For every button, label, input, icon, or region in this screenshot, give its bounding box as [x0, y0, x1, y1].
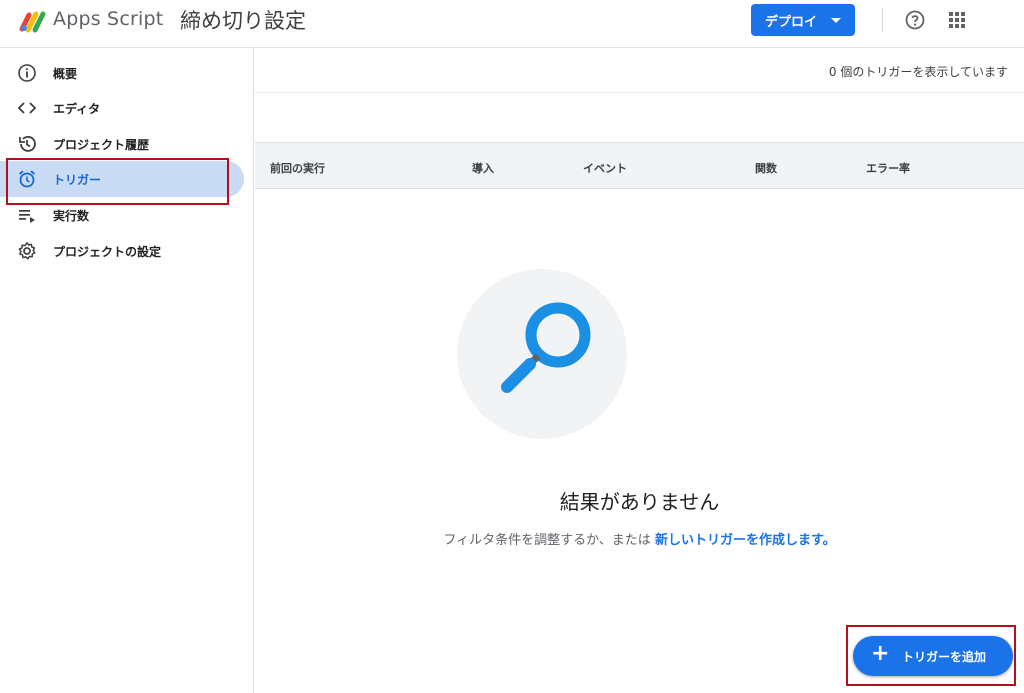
- empty-state-text: フィルタ条件を調整するか、または 新しいトリガーを作成します。: [255, 529, 1024, 548]
- column-header-event[interactable]: イベント: [583, 160, 627, 176]
- divider: [255, 92, 1024, 93]
- code-icon: [17, 102, 37, 114]
- deploy-button-label: デプロイ: [765, 14, 818, 30]
- empty-state-illustration: [457, 269, 627, 439]
- gear-icon: [18, 242, 36, 260]
- sidebar-item-settings[interactable]: プロジェクトの設定: [0, 233, 244, 268]
- column-header-function[interactable]: 関数: [755, 160, 777, 176]
- main-content: 0 個のトリガーを表示しています 前回の実行 導入 イベント 関数 エラー率 結…: [255, 49, 1024, 693]
- top-header: Apps Script 締め切り設定 デプロイ: [0, 0, 1024, 48]
- sidebar-item-history[interactable]: プロジェクト履歴: [0, 126, 244, 161]
- sidebar-item-overview[interactable]: 概要: [0, 55, 244, 90]
- sidebar-item-label: 概要: [53, 67, 78, 81]
- sidebar-item-label: プロジェクト履歴: [53, 138, 150, 152]
- sidebar-item-label: 実行数: [53, 209, 90, 223]
- column-header-error-rate[interactable]: エラー率: [866, 160, 910, 176]
- create-trigger-link[interactable]: 新しいトリガーを作成します。: [655, 533, 836, 548]
- caret-down-icon: [831, 18, 841, 23]
- empty-state-hint: フィルタ条件を調整するか、または: [443, 533, 651, 548]
- apps-script-logo-icon: [19, 11, 46, 33]
- column-header-last-run[interactable]: 前回の実行: [270, 160, 325, 176]
- sidebar-item-label: エディタ: [53, 102, 101, 116]
- deploy-button[interactable]: デプロイ: [751, 4, 855, 36]
- search-magnifier-icon: [501, 302, 591, 393]
- highlight-box-add-trigger: [846, 625, 1016, 686]
- highlight-box-triggers: [6, 158, 229, 205]
- apps-grid-icon[interactable]: [948, 11, 966, 29]
- history-icon: [19, 136, 36, 152]
- sidebar: 概要 エディタ プロジェクト履歴 トリガー 実行数 プロジェクトの設定: [0, 49, 254, 693]
- column-header-deployment[interactable]: 導入: [472, 160, 494, 176]
- playlist-play-icon: [19, 210, 35, 223]
- project-title[interactable]: 締め切り設定: [180, 5, 306, 35]
- trigger-count-summary: 0 個のトリガーを表示しています: [828, 65, 1008, 79]
- header-divider: [882, 8, 883, 32]
- empty-state-title: 結果がありません: [559, 490, 720, 514]
- info-icon: [18, 64, 36, 82]
- app-name[interactable]: Apps Script: [53, 8, 163, 30]
- help-circle-icon[interactable]: [905, 10, 925, 30]
- table-header: 前回の実行 導入 イベント 関数 エラー率: [255, 142, 1024, 189]
- sidebar-item-label: プロジェクトの設定: [53, 245, 162, 259]
- sidebar-item-editor[interactable]: エディタ: [0, 90, 244, 125]
